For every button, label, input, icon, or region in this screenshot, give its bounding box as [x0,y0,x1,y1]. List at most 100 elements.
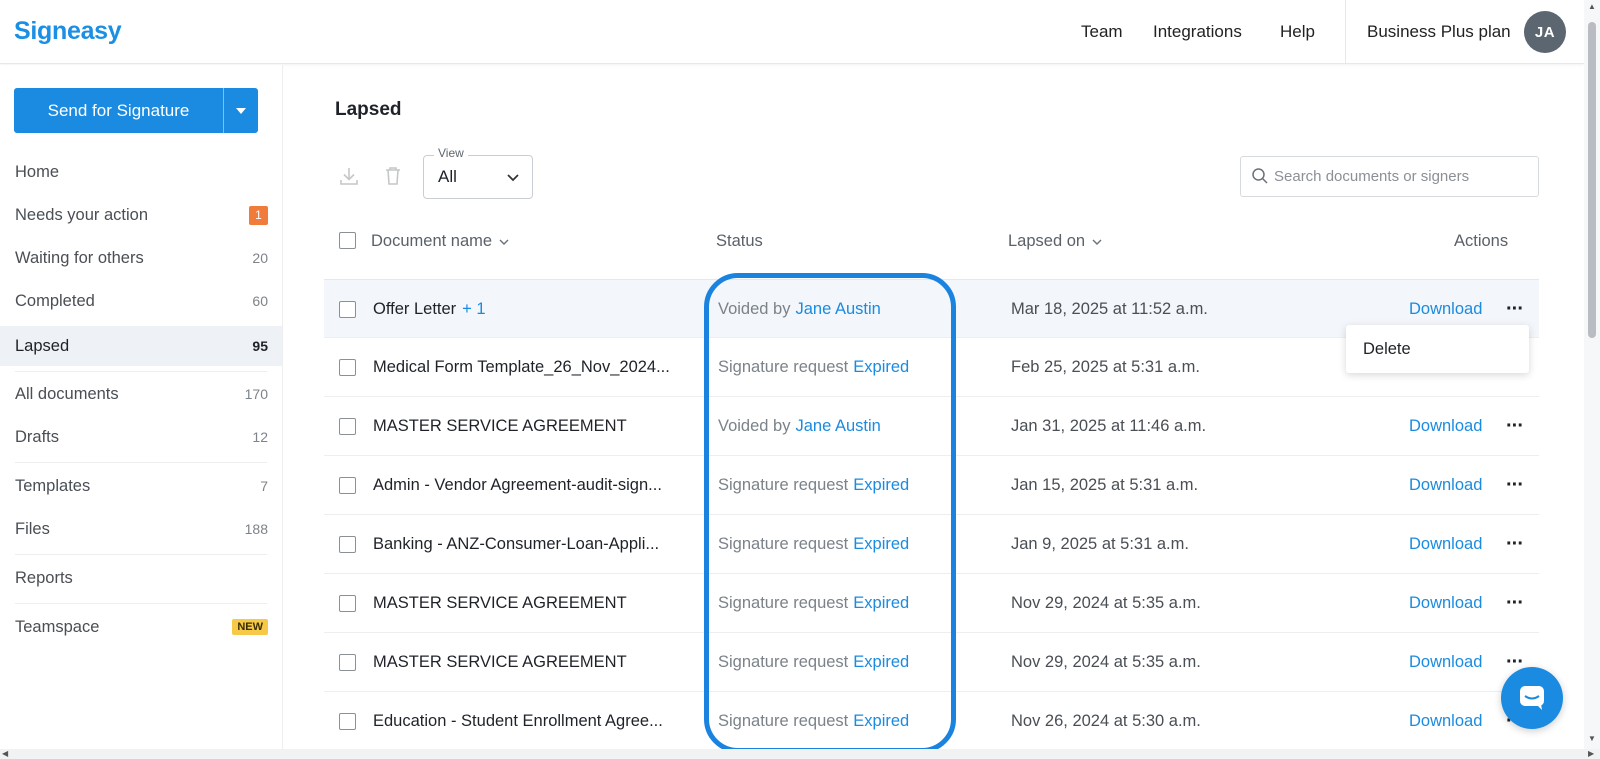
scroll-left-icon[interactable]: ◀ [2,749,8,758]
download-link[interactable]: Download [1409,633,1482,691]
sidebar-item-label: Needs your action [15,205,148,224]
download-icon[interactable] [338,165,360,187]
sidebar-item-count: 12 [252,429,268,445]
sidebar-item-templates[interactable]: Templates 7 [0,467,282,505]
table-row[interactable]: MASTER SERVICE AGREEMENT Voided by Jane A… [324,397,1539,456]
row-checkbox-cell [339,574,356,632]
scroll-right-icon[interactable]: ▶ [1588,749,1594,758]
app-logo[interactable]: Signeasy [14,17,122,46]
view-select[interactable]: View All [423,146,533,199]
status-accent: Jane Austin [795,416,881,435]
column-document-name[interactable]: Document name [371,232,510,251]
document-name[interactable]: Admin - Vendor Agreement-audit-sign... [373,456,662,514]
more-options-icon[interactable]: ··· [1506,397,1524,455]
sidebar-item-lapsed[interactable]: Lapsed 95 [0,326,282,366]
sidebar-item-label: Reports [15,568,73,587]
sidebar-item-files[interactable]: Files 188 [0,510,282,548]
download-link[interactable]: Download [1409,574,1482,632]
lapsed-date: Mar 18, 2025 at 11:52 a.m. [1011,299,1208,318]
status-accent: Expired [853,475,910,494]
search-input[interactable] [1274,157,1529,196]
search-box[interactable] [1240,156,1539,197]
sidebar-item-label: Home [15,162,60,181]
vertical-scrollbar[interactable]: ▲ ▼ [1584,0,1600,749]
send-options-dropdown[interactable] [223,88,258,133]
nav-help[interactable]: Help [1280,0,1315,64]
table-row[interactable]: MASTER SERVICE AGREEMENT Signature reque… [324,574,1539,633]
download-link[interactable]: Download [1409,456,1482,514]
send-for-signature-button[interactable]: Send for Signature [14,88,258,133]
trash-icon[interactable] [382,165,404,187]
send-for-signature-label[interactable]: Send for Signature [14,88,223,133]
table-row[interactable]: Banking - ANZ-Consumer-Loan-Appli... Sig… [324,515,1539,574]
lapsed-date: Feb 25, 2025 at 5:31 a.m. [1011,357,1200,376]
more-options-icon[interactable]: ··· [1506,456,1524,514]
sidebar-item-reports[interactable]: Reports [0,559,282,597]
nav-help-label[interactable]: Help [1280,22,1315,42]
row-checkbox[interactable] [339,358,356,376]
row-checkbox-cell [339,515,356,573]
row-checkbox[interactable] [339,535,356,553]
document-name-text: MASTER SERVICE AGREEMENT [373,652,627,671]
sidebar-item-count: 7 [260,478,268,494]
document-name[interactable]: Medical Form Template_26_Nov_2024... [373,338,670,396]
chevron-down-icon [499,239,509,245]
sidebar-item-label: Templates [15,476,91,495]
status-cell: Signature request Expired [718,692,909,750]
sidebar-item-completed[interactable]: Completed 60 [0,282,282,320]
chat-support-button[interactable] [1501,667,1563,729]
more-options-icon[interactable]: ··· [1506,574,1524,632]
document-name[interactable]: Education - Student Enrollment Agree... [373,692,663,750]
status-text: Voided by [718,416,791,435]
lapsed-date: Jan 15, 2025 at 5:31 a.m. [1011,475,1199,494]
download-link[interactable]: Download [1409,397,1482,455]
download-link[interactable]: Download [1409,692,1482,750]
vertical-scroll-thumb[interactable] [1588,22,1596,338]
sidebar-item-label: Drafts [15,427,60,446]
select-all-checkbox[interactable] [339,232,356,249]
row-checkbox[interactable] [339,594,356,612]
nav-integrations[interactable]: Integrations [1153,0,1242,64]
row-checkbox[interactable] [339,712,356,730]
document-name-text: Banking - ANZ-Consumer-Loan-Appli... [373,534,660,553]
more-options-icon[interactable]: ··· [1506,515,1524,573]
sidebar-item-drafts[interactable]: Drafts 12 [0,418,282,456]
table-row[interactable]: Education - Student Enrollment Agree... … [324,692,1539,749]
status-text: Signature request [718,593,849,612]
context-menu-delete[interactable]: Delete [1346,325,1529,373]
avatar[interactable]: JA [1524,11,1566,53]
document-name[interactable]: Banking - ANZ-Consumer-Loan-Appli... [373,515,659,573]
nav-integrations-label[interactable]: Integrations [1153,22,1242,42]
sidebar-item-count: 170 [244,386,268,402]
document-name[interactable]: MASTER SERVICE AGREEMENT [373,633,627,691]
sidebar-item-label: Completed [15,291,95,310]
document-name[interactable]: Offer Letter + 1 [373,280,486,338]
sidebar-item-teamspace[interactable]: Teamspace NEW [0,608,282,646]
scroll-down-icon[interactable]: ▼ [1588,734,1596,743]
table-row[interactable]: Admin - Vendor Agreement-audit-sign... S… [324,456,1539,515]
scroll-up-icon[interactable]: ▲ [1588,2,1596,11]
sidebar-item-count: 95 [252,338,268,354]
sidebar-item-needs-your-action[interactable]: Needs your action 1 [0,196,282,234]
table-row[interactable]: MASTER SERVICE AGREEMENT Signature reque… [324,633,1539,692]
download-link[interactable]: Download [1409,515,1482,573]
sidebar-item-home[interactable]: Home [0,153,282,191]
document-name[interactable]: MASTER SERVICE AGREEMENT [373,397,627,455]
nav-team[interactable]: Team [1081,0,1123,64]
row-checkbox[interactable] [339,653,356,671]
status-cell: Voided by Jane Austin [718,280,881,338]
document-name-text: Admin - Vendor Agreement-audit-sign... [373,475,662,494]
row-checkbox[interactable] [339,417,356,435]
horizontal-scrollbar[interactable]: ◀ ▶ [0,749,1600,759]
sidebar-item-waiting-for-others[interactable]: Waiting for others 20 [0,239,282,277]
row-checkbox[interactable] [339,300,356,318]
extra-signers[interactable]: + 1 [462,300,485,319]
nav-team-label[interactable]: Team [1081,22,1123,42]
column-lapsed-on[interactable]: Lapsed on [1008,232,1103,251]
status-accent: Expired [853,357,910,376]
plan-label[interactable]: Business Plus plan [1367,0,1511,64]
document-name[interactable]: MASTER SERVICE AGREEMENT [373,574,627,632]
sidebar-item-all-documents[interactable]: All documents 170 [0,375,282,413]
row-checkbox[interactable] [339,476,356,494]
search-icon [1252,168,1268,184]
